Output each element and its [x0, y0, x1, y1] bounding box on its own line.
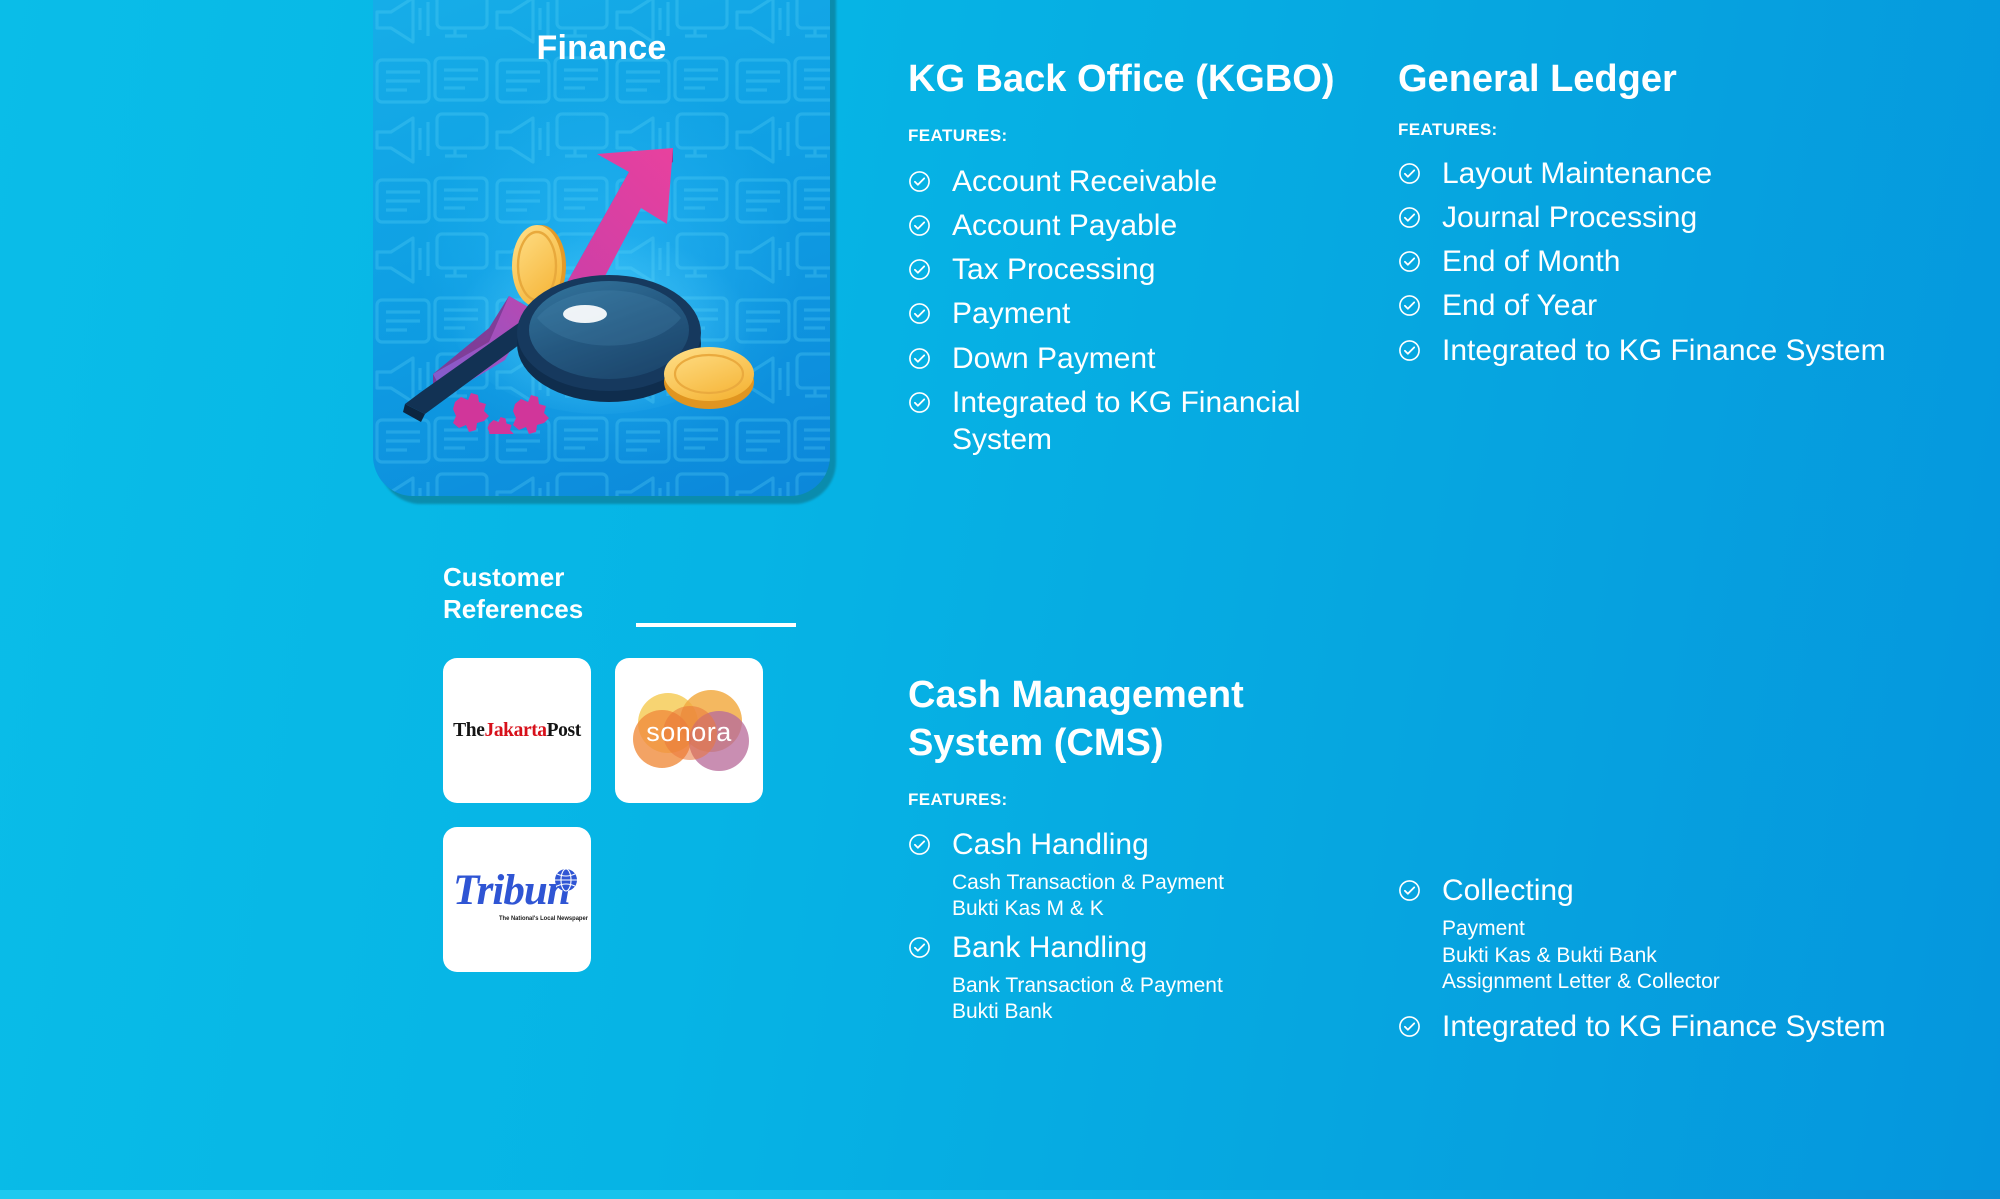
- feature-subline: Bank Transaction & Payment: [952, 974, 1223, 998]
- section-kgbo-features-label: FEATURES:: [908, 125, 1008, 145]
- customer-references-heading-line2: References: [443, 593, 584, 624]
- jp-part-the: The: [453, 719, 485, 741]
- feature-sublines: Payment Bukti Kas & Bukti Bank Assignmen…: [1398, 916, 1918, 995]
- check-circle-icon: [909, 259, 930, 281]
- feature-item: Bank Handling: [908, 929, 1378, 966]
- finance-card-title: Finance: [536, 29, 667, 67]
- feature-label: Collecting: [1442, 874, 1574, 907]
- section-cms-title: Cash Management System (CMS): [908, 674, 1244, 764]
- feature-sublines: Bank Transaction & Payment Bukti Bank: [908, 973, 1378, 1026]
- sonora-logo-text: sonora: [646, 717, 732, 747]
- logo-tile-sonora[interactable]: sonora: [615, 658, 763, 803]
- feature-item: Tax Processing: [908, 251, 1378, 288]
- section-general-ledger-title: General Ledger: [1398, 58, 1677, 100]
- section-general-ledger-feature-list: Layout Maintenance Journal Processing En…: [1398, 155, 1918, 369]
- check-circle-icon: [1399, 880, 1420, 901]
- feature-label: Journal Processing: [1442, 201, 1698, 235]
- feature-label: End of Month: [1442, 245, 1621, 279]
- tribun-logo-tagline: The National's Local Newspaper: [499, 914, 588, 922]
- check-circle-icon: [909, 170, 930, 192]
- logo-tile-tribun[interactable]: Tribun The National's Local Newspaper: [443, 827, 591, 972]
- jp-part-post: Post: [546, 719, 582, 741]
- section-general-ledger-features-label: FEATURES:: [1398, 119, 1498, 139]
- feature-item: End of Month: [1398, 243, 1918, 280]
- check-circle-icon: [1399, 207, 1420, 228]
- section-collecting-feature-list: Collecting Payment Bukti Kas & Bukti Ban…: [1398, 872, 1918, 1045]
- finance-card: Finance: [373, 0, 836, 504]
- feature-item: Layout Maintenance: [1398, 155, 1918, 192]
- section-cms: Cash Management System (CMS) FEATURES: C…: [908, 672, 1378, 1026]
- feature-label: Integrated to KG Financial System: [952, 385, 1301, 456]
- feature-label: Account Payable: [952, 209, 1178, 243]
- jp-part-jakarta: Jakarta: [484, 719, 547, 741]
- feature-item: Journal Processing: [1398, 199, 1918, 236]
- customer-references-heading: Customer References: [443, 562, 643, 626]
- feature-item: End of Year: [1398, 287, 1918, 324]
- check-circle-icon: [909, 833, 930, 855]
- feature-item: Account Receivable: [908, 163, 1378, 200]
- feature-label: Layout Maintenance: [1442, 156, 1713, 190]
- feature-subline: Bukti Bank: [952, 1000, 1053, 1024]
- feature-item: Integrated to KG Financial System: [908, 384, 1378, 458]
- globe-icon: [555, 867, 577, 892]
- feature-subline: Cash Transaction & Payment: [952, 870, 1224, 894]
- feature-label: Tax Processing: [952, 253, 1156, 287]
- section-kgbo-feature-list: Account Receivable Account Payable Tax P…: [908, 163, 1378, 458]
- feature-item: Account Payable: [908, 207, 1378, 244]
- tribun-logo: Tribun The National's Local Newspaper: [451, 863, 588, 937]
- feature-item: Down Payment: [908, 340, 1378, 377]
- customer-references-underline: [636, 623, 796, 627]
- sonora-logo: sonora: [633, 689, 749, 771]
- feature-item: Collecting: [1398, 872, 1918, 909]
- feature-label: Payment: [952, 297, 1071, 331]
- feature-subline: Payment: [1442, 917, 1525, 941]
- logo-tile-the-jakarta-post[interactable]: TheJakartaPost: [443, 658, 591, 803]
- check-circle-icon: [909, 347, 930, 369]
- feature-label: Account Receivable: [952, 164, 1218, 198]
- check-circle-icon: [1399, 339, 1420, 361]
- section-collecting: Collecting Payment Bukti Kas & Bukti Ban…: [1398, 872, 1918, 1052]
- customer-references-heading-line1: Customer: [443, 562, 565, 592]
- the-jakarta-post-logo: TheJakartaPost: [453, 720, 581, 742]
- feature-subline: Assignment Letter & Collector: [1442, 970, 1720, 994]
- section-cms-feature-list: Cash Handling Cash Transaction & Payment…: [908, 826, 1378, 1026]
- feature-subline: Bukti Kas M & K: [952, 897, 1104, 921]
- check-circle-icon: [909, 936, 930, 958]
- check-circle-icon: [1399, 162, 1420, 184]
- section-kgbo-title: KG Back Office (KGBO): [908, 58, 1335, 100]
- feature-label: Bank Handling: [952, 930, 1148, 964]
- feature-label: Integrated to KG Finance System: [1442, 1009, 1886, 1043]
- check-circle-icon: [1399, 251, 1420, 273]
- check-circle-icon: [909, 303, 930, 325]
- feature-item: Payment: [908, 295, 1378, 332]
- section-cms-features-label: FEATURES:: [908, 789, 1008, 809]
- check-circle-icon: [909, 215, 930, 236]
- section-kgbo: KG Back Office (KGBO) FEATURES: Account …: [908, 56, 1378, 465]
- finance-growth-illustration: [403, 148, 754, 434]
- section-general-ledger: General Ledger FEATURES: Layout Maintena…: [1398, 56, 1918, 376]
- check-circle-icon: [1399, 295, 1420, 317]
- feature-label: Down Payment: [952, 341, 1156, 375]
- feature-label: Integrated to KG Finance System: [1442, 333, 1886, 367]
- feature-item: Integrated to KG Finance System: [1398, 1008, 1918, 1045]
- check-circle-icon: [1399, 1015, 1420, 1037]
- feature-label: Cash Handling: [952, 827, 1149, 861]
- bottom-accent-strip: [0, 1190, 2000, 1199]
- feature-item: Cash Handling: [908, 826, 1378, 863]
- feature-subline: Bukti Kas & Bukti Bank: [1442, 943, 1657, 967]
- customer-references-block: Customer References: [443, 562, 796, 627]
- check-circle-icon: [909, 391, 930, 413]
- feature-label: End of Year: [1442, 289, 1598, 323]
- poster-canvas: Finance Customer References TheJakartaPo…: [0, 0, 2000, 1199]
- customer-logo-grid: TheJakartaPost sonora Tribun The Nationa…: [443, 658, 783, 972]
- feature-item: Integrated to KG Finance System: [1398, 332, 1918, 369]
- feature-sublines: Cash Transaction & Payment Bukti Kas M &…: [908, 870, 1378, 923]
